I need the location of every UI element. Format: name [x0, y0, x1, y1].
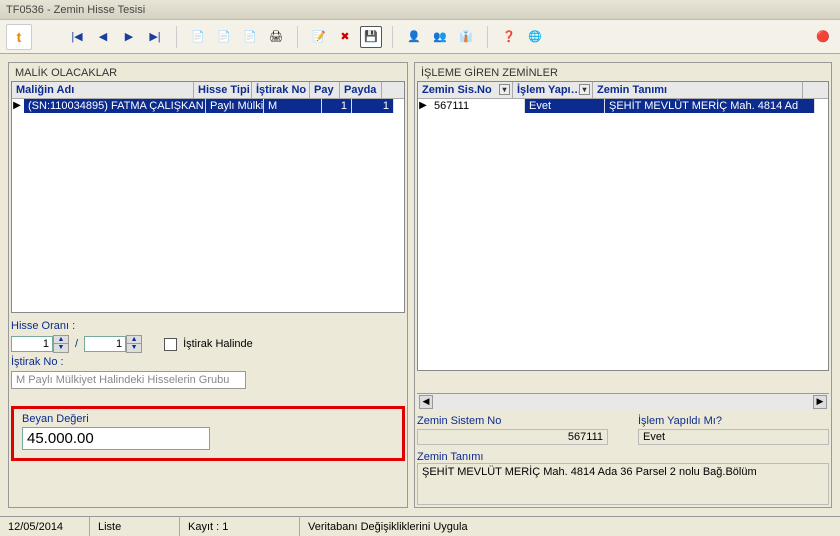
hisse-orani-label: Hisse Oranı :	[11, 320, 75, 332]
dropdown-icon[interactable]: ▾	[499, 84, 510, 95]
beyan-degeri-input[interactable]	[22, 427, 210, 450]
nav-last-button[interactable]: ▶|	[144, 26, 166, 48]
owners-grid[interactable]: Maliğin Adı Hisse Tipi İştirak No Pay Pa…	[11, 81, 405, 313]
beyan-degeri-box: Beyan Değeri	[11, 406, 405, 461]
hisse-b-input[interactable]	[84, 336, 126, 352]
istirak-no-label: İştirak No :	[11, 356, 64, 368]
zemin-grid[interactable]: Zemin Sis.No▾ İşlem Yapı…▾ Zemin Tanımı …	[417, 81, 829, 371]
edit-button[interactable]: 📝	[308, 26, 330, 48]
user-tool-2[interactable]: 👥	[429, 26, 451, 48]
col-hisse-tipi[interactable]: Hisse Tipi	[194, 82, 252, 98]
nav-prev-button[interactable]: ◀	[92, 26, 114, 48]
istirak-halinde-checkbox[interactable]	[164, 338, 177, 351]
cell-payda: 1	[352, 99, 394, 113]
doc-button-2[interactable]: 📄	[213, 26, 235, 48]
zemin-sisno-label: Zemin Sistem No	[417, 415, 608, 427]
status-kayit: Kayıt : 1	[180, 517, 300, 536]
hisse-b-spinner[interactable]: ▲▼	[84, 335, 142, 353]
window-title: TF0536 - Zemin Hisse Tesisi	[6, 4, 145, 16]
user-tool-1[interactable]: 👤	[403, 26, 425, 48]
help-button[interactable]: ❓	[498, 26, 520, 48]
left-form: Hisse Oranı : ▲▼ / ▲▼ İştirak Halinde İş…	[11, 317, 405, 392]
user-tool-3[interactable]: 👔	[455, 26, 477, 48]
zemin-tanim-label: Zemin Tanımı	[417, 451, 483, 463]
scroll-right-icon[interactable]: ▶	[813, 395, 827, 409]
status-message: Veritabanı Değişikliklerini Uygula	[300, 517, 840, 536]
title-bar: TF0536 - Zemin Hisse Tesisi	[0, 0, 840, 20]
istirak-no-input[interactable]: M Paylı Mülkiyet Halindeki Hisselerin Gr…	[11, 371, 246, 389]
nav-next-button[interactable]: ▶	[118, 26, 140, 48]
left-panel: MALİK OLACAKLAR Maliğin Adı Hisse Tipi İ…	[8, 62, 408, 508]
down-icon[interactable]: ▼	[54, 344, 68, 352]
nav-first-button[interactable]: |◀	[66, 26, 88, 48]
zemin-tanim-value: ŞEHİT MEVLÜT MERİÇ Mah. 4814 Ada 36 Pars…	[417, 463, 829, 505]
col-islem-yapildi[interactable]: İşlem Yapı…▾	[513, 82, 593, 98]
toolbar: t |◀ ◀ ▶ ▶| 📄 📄 📄 🖨 📝 ✖ 💾 👤 👥 👔 ❓ 🌐 🔴	[0, 20, 840, 54]
right-panel: İŞLEME GİREN ZEMİNLER Zemin Sis.No▾ İşle…	[414, 62, 832, 508]
scroll-left-icon[interactable]: ◀	[419, 395, 433, 409]
cell-ad: (SN:110034895) FATMA ÇALIŞKAN :	[24, 99, 206, 113]
istirak-halinde-label: İştirak Halinde	[183, 338, 253, 350]
col-istirak-no[interactable]: İştirak No	[252, 82, 310, 98]
table-row[interactable]: ▶ 567111 Evet ŞEHİT MEVLÜT MERİÇ Mah. 48…	[430, 99, 828, 113]
zemin-grid-header: Zemin Sis.No▾ İşlem Yapı…▾ Zemin Tanımı	[418, 82, 828, 99]
beyan-label: Beyan Değeri	[22, 413, 394, 425]
cell-tanim: ŞEHİT MEVLÜT MERİÇ Mah. 4814 Ad	[605, 99, 815, 113]
col-pay[interactable]: Pay	[310, 82, 340, 98]
up-icon[interactable]: ▲	[54, 336, 68, 344]
owners-grid-body: ▶ (SN:110034895) FATMA ÇALIŞKAN : Paylı …	[12, 99, 404, 311]
save-button[interactable]: 💾	[360, 26, 382, 48]
col-zemin-tanimi[interactable]: Zemin Tanımı	[593, 82, 803, 98]
islem-yapildi-label: İşlem Yapıldı Mı?	[638, 415, 829, 427]
doc-button-3[interactable]: 📄	[239, 26, 261, 48]
globe-button[interactable]: 🌐	[524, 26, 546, 48]
zemin-grid-body: ▶ 567111 Evet ŞEHİT MEVLÜT MERİÇ Mah. 48…	[418, 99, 828, 369]
zemin-grid-hscroll[interactable]: ◀ ▶	[417, 393, 829, 409]
cell-hisse-tipi: Paylı Mülkiye	[206, 99, 264, 113]
print-button[interactable]: 🖨	[265, 26, 287, 48]
left-panel-title: MALİK OLACAKLAR	[11, 65, 405, 81]
table-row[interactable]: ▶ (SN:110034895) FATMA ÇALIŞKAN : Paylı …	[24, 99, 404, 113]
cancel-button[interactable]: ✖	[334, 26, 356, 48]
right-panel-title: İŞLEME GİREN ZEMİNLER	[417, 65, 829, 81]
col-ad[interactable]: Maliğin Adı	[12, 82, 194, 98]
dropdown-icon[interactable]: ▾	[579, 84, 590, 95]
doc-button-1[interactable]: 📄	[187, 26, 209, 48]
right-fields: Zemin Sistem No 567111 İşlem Yapıldı Mı?…	[417, 415, 829, 505]
close-button[interactable]: 🔴	[812, 26, 834, 48]
status-bar: 12/05/2014 Liste Kayıt : 1 Veritabanı De…	[0, 516, 840, 536]
hisse-a-spinner[interactable]: ▲▼	[11, 335, 69, 353]
islem-yapildi-value: Evet	[638, 429, 829, 445]
down-icon[interactable]: ▼	[127, 344, 141, 352]
row-marker-icon: ▶	[418, 100, 428, 111]
col-zemin-sisno[interactable]: Zemin Sis.No▾	[418, 82, 513, 98]
col-payda[interactable]: Payda	[340, 82, 382, 98]
zemin-sisno-value: 567111	[417, 429, 608, 445]
cell-islem: Evet	[525, 99, 605, 113]
main-area: MALİK OLACAKLAR Maliğin Adı Hisse Tipi İ…	[0, 54, 840, 516]
hisse-a-input[interactable]	[11, 336, 53, 352]
cell-sisno[interactable]: 567111	[430, 99, 525, 113]
up-icon[interactable]: ▲	[127, 336, 141, 344]
cell-pay: 1	[322, 99, 352, 113]
app-icon: t	[6, 24, 32, 50]
row-marker-icon: ▶	[12, 100, 22, 111]
status-liste: Liste	[90, 517, 180, 536]
status-date: 12/05/2014	[0, 517, 90, 536]
cell-istirak-no: M	[264, 99, 322, 113]
owners-grid-header: Maliğin Adı Hisse Tipi İştirak No Pay Pa…	[12, 82, 404, 99]
